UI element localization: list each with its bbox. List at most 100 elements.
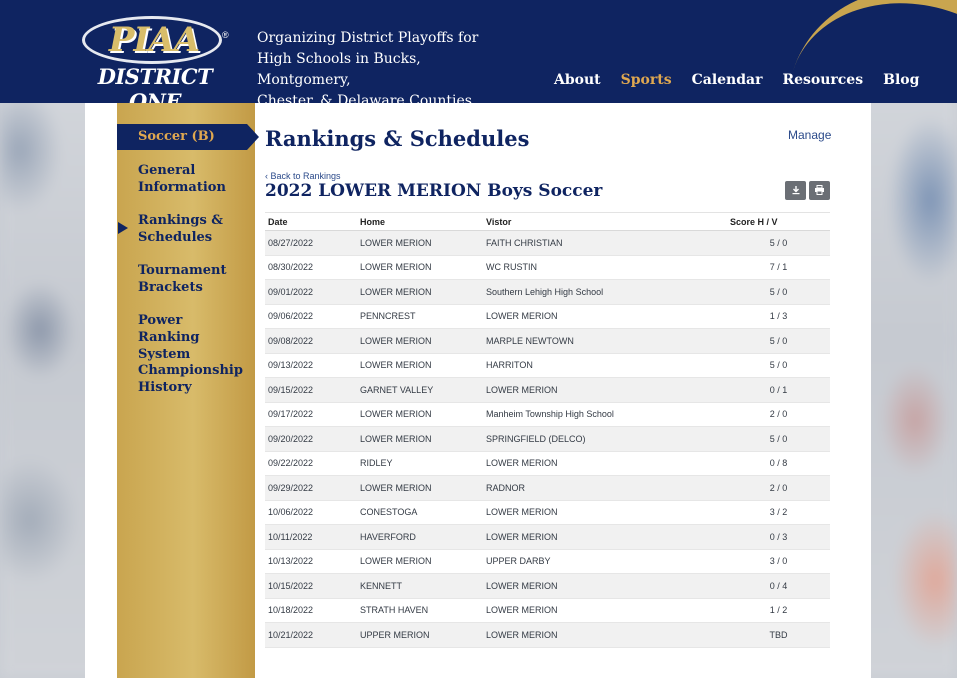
manage-link[interactable]: Manage — [788, 128, 831, 142]
cell-home: UPPER MERION — [357, 622, 483, 648]
cell-visitor: HARRITON — [483, 353, 727, 378]
nav-blog[interactable]: Blog — [883, 72, 919, 88]
cell-score: 5 / 0 — [727, 328, 830, 354]
schedule-table: Date Home Vistor Score H / V 08/27/2022 L… — [265, 212, 830, 648]
cell-score: 2 / 0 — [727, 402, 830, 427]
col-header-visitor: Vistor — [483, 212, 727, 231]
cell-score: 1 / 3 — [727, 304, 830, 329]
cell-date: 10/06/2022 — [265, 500, 357, 525]
print-icon — [815, 185, 824, 195]
cell-date: 09/29/2022 — [265, 475, 357, 501]
cell-home: LOWER MERION — [357, 328, 483, 354]
cell-visitor: FAITH CHRISTIAN — [483, 230, 727, 256]
piaa-logo[interactable]: PIAA ® DISTRICT ONE — [78, 14, 229, 103]
cell-date: 09/17/2022 — [265, 402, 357, 427]
sidebar-item-championship-history[interactable]: Championship History — [138, 362, 248, 396]
col-header-home: Home — [357, 212, 483, 231]
cell-home: LOWER MERION — [357, 426, 483, 452]
sidebar-item-rankings-schedules[interactable]: Rankings & Schedules — [138, 212, 248, 246]
cell-date: 09/20/2022 — [265, 426, 357, 452]
logo-district-text: DISTRICT ONE — [97, 64, 213, 103]
cell-home: LOWER MERION — [357, 255, 483, 280]
table-row: 09/22/2022 RIDLEY LOWER MERION 0 / 8 — [265, 451, 830, 476]
cell-home: KENNETT — [357, 573, 483, 599]
cell-score: 0 / 4 — [727, 573, 830, 599]
cell-date: 09/06/2022 — [265, 304, 357, 329]
sidebar-active-label: Soccer (B) — [138, 129, 215, 144]
sidebar-item-tournament-brackets[interactable]: Tournament Brackets — [138, 262, 248, 296]
cell-date: 09/01/2022 — [265, 279, 357, 305]
cell-home: LOWER MERION — [357, 353, 483, 378]
cell-visitor: Southern Lehigh High School — [483, 279, 727, 305]
table-row: 10/21/2022 UPPER MERION LOWER MERION TBD — [265, 622, 830, 648]
schedule-title: 2022 LOWER MERION Boys Soccer — [265, 181, 603, 201]
cell-visitor: LOWER MERION — [483, 451, 727, 476]
table-row: 08/27/2022 LOWER MERION FAITH CHRISTIAN 5 /… — [265, 230, 830, 256]
tagline-line: Organizing District Playoffs for — [257, 30, 479, 46]
cell-home: LOWER MERION — [357, 402, 483, 427]
cell-visitor: LOWER MERION — [483, 304, 727, 329]
tagline-line: High Schools in Bucks, Montgomery, — [257, 51, 421, 88]
table-row: 09/17/2022 LOWER MERION Manheim Township H… — [265, 402, 830, 427]
cell-home: LOWER MERION — [357, 475, 483, 501]
registered-mark: ® — [222, 30, 229, 40]
table-row: 09/20/2022 LOWER MERION SPRINGFIELD (DELCO… — [265, 426, 830, 452]
cell-date: 10/15/2022 — [265, 573, 357, 599]
cell-home: HAVERFORD — [357, 524, 483, 550]
cell-score: 3 / 0 — [727, 549, 830, 574]
nav-about[interactable]: About — [554, 72, 601, 88]
cell-score: 2 / 0 — [727, 475, 830, 501]
table-row: 10/13/2022 LOWER MERION UPPER DARBY 3 / 0 — [265, 549, 830, 574]
cell-visitor: LOWER MERION — [483, 500, 727, 525]
cell-visitor: LOWER MERION — [483, 573, 727, 599]
cell-score: 5 / 0 — [727, 279, 830, 305]
cell-visitor: LOWER MERION — [483, 377, 727, 403]
table-row: 10/18/2022 STRATH HAVEN LOWER MERION 1 / 2 — [265, 598, 830, 623]
table-row: 10/06/2022 CONESTOGA LOWER MERION 3 / 2 — [265, 500, 830, 525]
cell-date: 09/15/2022 — [265, 377, 357, 403]
table-row: 10/15/2022 KENNETT LOWER MERION 0 / 4 — [265, 573, 830, 599]
table-row: 10/11/2022 HAVERFORD LOWER MERION 0 / 3 — [265, 524, 830, 550]
back-to-rankings-link[interactable]: ‹ Back to Rankings — [265, 171, 341, 181]
sidebar-item-general-information[interactable]: General Information — [138, 162, 248, 196]
table-row: 09/08/2022 LOWER MERION MARPLE NEWTOWN 5 / … — [265, 328, 830, 354]
logo-piaa-text: PIAA — [108, 20, 200, 60]
page-title: Rankings & Schedules — [265, 126, 530, 151]
cell-date: 10/11/2022 — [265, 524, 357, 550]
sidebar-item-power-ranking-system[interactable]: Power Ranking System — [138, 312, 248, 363]
table-row: 09/01/2022 LOWER MERION Southern Lehigh Hi… — [265, 279, 830, 305]
schedule-table-body: 08/27/2022 LOWER MERION FAITH CHRISTIAN 5 /… — [265, 230, 830, 648]
tagline-line: Chester, & Delaware Counties. — [257, 93, 477, 103]
cell-date: 09/13/2022 — [265, 353, 357, 378]
main-nav: About Sports Calendar Resources Blog — [554, 72, 939, 88]
cell-visitor: LOWER MERION — [483, 598, 727, 623]
cell-score: TBD — [727, 622, 830, 648]
download-icon — [792, 186, 799, 195]
cell-visitor: RADNOR — [483, 475, 727, 501]
cell-date: 10/18/2022 — [265, 598, 357, 623]
cell-visitor: SPRINGFIELD (DELCO) — [483, 426, 727, 452]
cell-home: GARNET VALLEY — [357, 377, 483, 403]
cell-date: 08/27/2022 — [265, 230, 357, 256]
table-row: 09/15/2022 GARNET VALLEY LOWER MERION 0 / 1 — [265, 377, 830, 403]
nav-resources[interactable]: Resources — [782, 72, 863, 88]
cell-home: LOWER MERION — [357, 549, 483, 574]
table-row: 09/06/2022 PENNCREST LOWER MERION 1 / 3 — [265, 304, 830, 329]
sidebar-active-sport[interactable]: Soccer (B) — [117, 124, 259, 150]
cell-score: 7 / 1 — [727, 255, 830, 280]
nav-calendar[interactable]: Calendar — [692, 72, 763, 88]
nav-sports[interactable]: Sports — [621, 72, 672, 88]
col-header-score: Score H / V — [727, 212, 830, 231]
cell-home: LOWER MERION — [357, 279, 483, 305]
print-button[interactable] — [809, 181, 830, 200]
site-tagline: Organizing District Playoffs for High Sc… — [257, 28, 517, 103]
cell-visitor: WC RUSTIN — [483, 255, 727, 280]
cell-visitor: MARPLE NEWTOWN — [483, 328, 727, 354]
cell-date: 10/13/2022 — [265, 549, 357, 574]
table-row: 09/13/2022 LOWER MERION HARRITON 5 / 0 — [265, 353, 830, 378]
download-button[interactable] — [785, 181, 806, 200]
cell-home: PENNCREST — [357, 304, 483, 329]
cell-visitor: LOWER MERION — [483, 622, 727, 648]
cell-visitor: Manheim Township High School — [483, 402, 727, 427]
table-row: 08/30/2022 LOWER MERION WC RUSTIN 7 / 1 — [265, 255, 830, 280]
